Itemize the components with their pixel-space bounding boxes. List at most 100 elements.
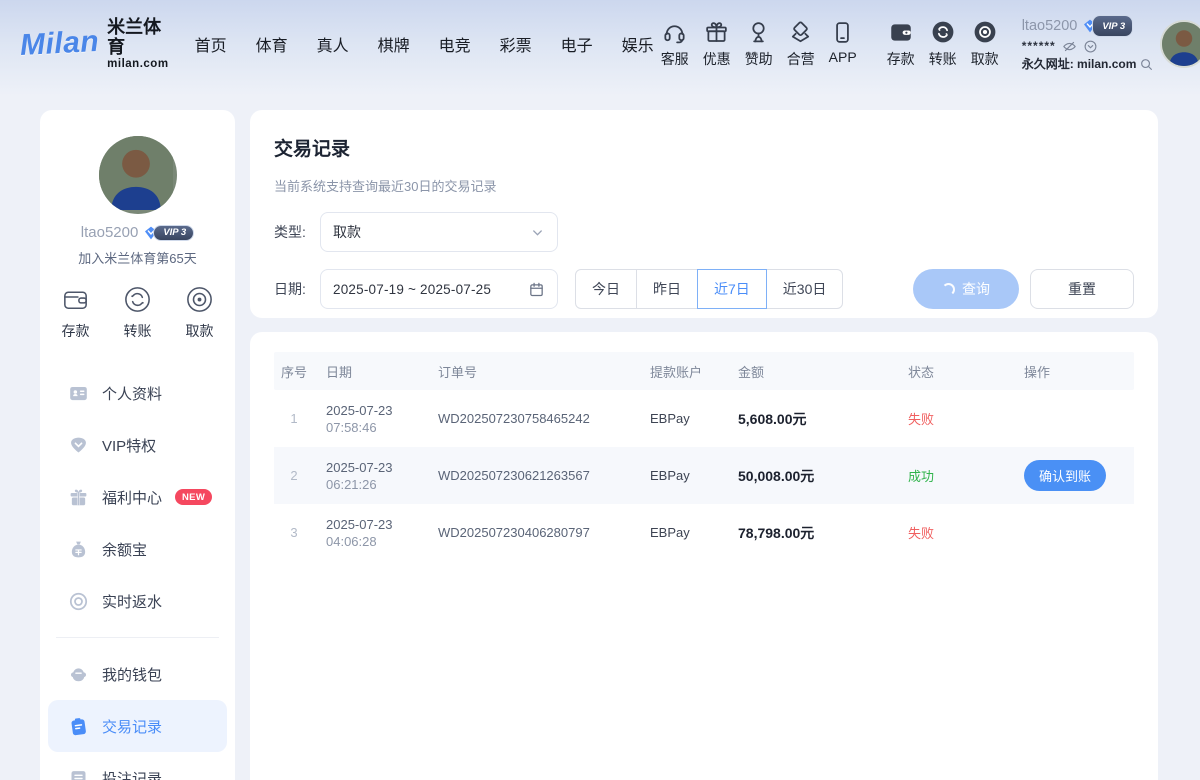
sponsorship-link[interactable]: 赞助: [738, 19, 780, 69]
profile-avatar[interactable]: [99, 136, 177, 214]
vip-badge[interactable]: VIP 3: [1082, 15, 1133, 37]
vip-privilege-icon: [68, 435, 89, 456]
type-select[interactable]: 取款: [320, 212, 558, 252]
sidebar-deposit-button[interactable]: 存款: [60, 284, 91, 341]
row-amount: 50,008.00元: [726, 466, 896, 486]
type-label: 类型:: [274, 222, 320, 242]
withdraw-icon: [184, 284, 215, 315]
calendar-icon: [528, 281, 545, 298]
header-avatar[interactable]: [1160, 20, 1200, 68]
new-badge: NEW: [175, 489, 212, 505]
status-text: 失败: [896, 523, 1012, 542]
type-filter-row: 类型: 取款: [274, 212, 1134, 252]
brand-logo[interactable]: Milan 米兰体育 milan.com: [20, 18, 169, 70]
confirm-arrival-button[interactable]: 确认到账: [1024, 460, 1106, 491]
rebate-icon: [68, 591, 89, 612]
reset-button[interactable]: 重置: [1030, 269, 1134, 309]
profile-vip-text: VIP 3: [153, 225, 194, 241]
date-range-input[interactable]: 2025-07-19 ~ 2025-07-25: [320, 269, 558, 309]
sidebar-item-vip[interactable]: VIP特权: [48, 419, 227, 471]
col-index: 序号: [274, 362, 314, 381]
date-filter-row: 日期: 2025-07-19 ~ 2025-07-25 今日 昨日 近7日 近3…: [274, 269, 1134, 309]
nav-item-chess[interactable]: 棋牌: [378, 32, 410, 56]
query-button[interactable]: 查询: [913, 269, 1019, 309]
header-right: 客服 优惠 赞助 合营: [654, 15, 1200, 73]
quick-range-group: 今日 昨日 近7日 近30日: [575, 269, 843, 309]
range-last7days-button[interactable]: 近7日: [697, 269, 767, 309]
headset-icon: [662, 19, 687, 45]
withdraw-icon-link[interactable]: 取款: [964, 19, 1006, 69]
customer-service-link[interactable]: 客服: [654, 19, 696, 69]
row-order-number: WD202507230621263567: [426, 468, 638, 483]
nav-item-live[interactable]: 真人: [317, 32, 349, 56]
type-select-value: 取款: [333, 222, 530, 242]
row-withdraw-account: EBPay: [638, 468, 726, 483]
eye-off-icon[interactable]: [1062, 39, 1077, 54]
sidebar-item-transactions[interactable]: 交易记录: [48, 700, 227, 752]
sidebar-item-bets[interactable]: 投注记录: [48, 752, 227, 780]
profile-username: ltao5200: [81, 224, 139, 241]
bet-record-icon: [68, 768, 89, 780]
nav-item-home[interactable]: 首页: [195, 32, 227, 56]
wallet-links: 存款 转账 取款: [880, 19, 1006, 69]
nav-item-lottery[interactable]: 彩票: [500, 32, 532, 56]
range-yesterday-button[interactable]: 昨日: [636, 269, 698, 309]
range-today-button[interactable]: 今日: [575, 269, 637, 309]
nav-item-slots[interactable]: 电子: [561, 32, 593, 56]
row-order-number: WD202507230758465242: [426, 411, 638, 426]
masked-balance-text: ******: [1022, 38, 1056, 55]
page-title: 交易记录: [274, 134, 1134, 161]
row-withdraw-account: EBPay: [638, 411, 726, 426]
trophy-icon: [746, 19, 771, 45]
sidebar-item-yuebao[interactable]: 余额宝: [48, 523, 227, 575]
filter-card: 交易记录 当前系统支持查询最近30日的交易记录 类型: 取款 日期: 2025-…: [250, 110, 1158, 318]
sidebar: ltao5200 VIP 3 加入米兰体育第65天 存款 转账 取款: [40, 110, 235, 780]
table-header-row: 序号 日期 订单号 提款账户 金额 状态 操作: [274, 352, 1134, 390]
wallet-icon: [888, 19, 914, 45]
sidebar-menu: 个人资料 VIP特权 福利中心 NEW 余额宝 实时返水: [40, 367, 235, 780]
sidebar-item-rebate[interactable]: 实时返水: [48, 575, 227, 627]
table-row: 2 2025-07-23 06:21:26 WD2025072306212635…: [274, 447, 1134, 504]
withdraw-icon: [972, 19, 998, 45]
row-amount: 78,798.00元: [726, 523, 896, 543]
row-action-cell: 确认到账: [1012, 460, 1134, 491]
nav-item-sports[interactable]: 体育: [256, 32, 288, 56]
profile-vip-badge[interactable]: VIP 3: [143, 225, 194, 241]
sidebar-item-profile[interactable]: 个人资料: [48, 367, 227, 419]
transactions-table-card: 序号 日期 订单号 提款账户 金额 状态 操作 1 2025-07-23 07:…: [250, 332, 1158, 780]
deposit-link[interactable]: 存款: [880, 19, 922, 69]
partnership-link[interactable]: 合营: [780, 19, 822, 69]
nav-item-esports[interactable]: 电竞: [439, 32, 471, 56]
promotions-link[interactable]: 优惠: [696, 19, 738, 69]
refresh-balance-icon[interactable]: [1083, 39, 1098, 54]
sidebar-item-benefits[interactable]: 福利中心 NEW: [48, 471, 227, 523]
gift-icon: [68, 487, 89, 508]
range-last30days-button[interactable]: 近30日: [766, 269, 844, 309]
quick-links: 客服 优惠 赞助 合营: [654, 19, 864, 69]
deposit-icon: [60, 284, 91, 315]
col-account: 提款账户: [638, 362, 726, 381]
col-order: 订单号: [426, 362, 638, 381]
transaction-record-icon: [68, 716, 89, 737]
sidebar-withdraw-button[interactable]: 取款: [184, 284, 215, 341]
nav-item-entertainment[interactable]: 娱乐: [622, 32, 654, 56]
user-info-block: ltao5200 VIP 3 ****** 永久网址: milan.com: [1022, 15, 1150, 73]
row-withdraw-account: EBPay: [638, 525, 726, 540]
sidebar-item-wallet[interactable]: 我的钱包: [48, 648, 227, 700]
row-index: 1: [274, 411, 314, 426]
search-icon[interactable]: [1139, 57, 1154, 72]
vip-level-text: VIP 3: [1092, 15, 1133, 37]
row-index: 2: [274, 468, 314, 483]
status-text: 成功: [896, 466, 1012, 485]
col-status: 状态: [896, 362, 1012, 381]
logo-cn-text: 米兰体育: [107, 18, 168, 58]
username-text: ltao5200: [1022, 18, 1078, 35]
logo-domain-text: milan.com: [107, 58, 168, 70]
transfer-link[interactable]: 转账: [922, 19, 964, 69]
col-amount: 金额: [726, 362, 896, 381]
sidebar-transfer-button[interactable]: 转账: [122, 284, 153, 341]
table-row: 1 2025-07-23 07:58:46 WD2025072307584652…: [274, 390, 1134, 447]
col-action: 操作: [1012, 362, 1134, 381]
partnership-icon: [788, 19, 813, 45]
app-download-link[interactable]: APP: [822, 19, 864, 69]
